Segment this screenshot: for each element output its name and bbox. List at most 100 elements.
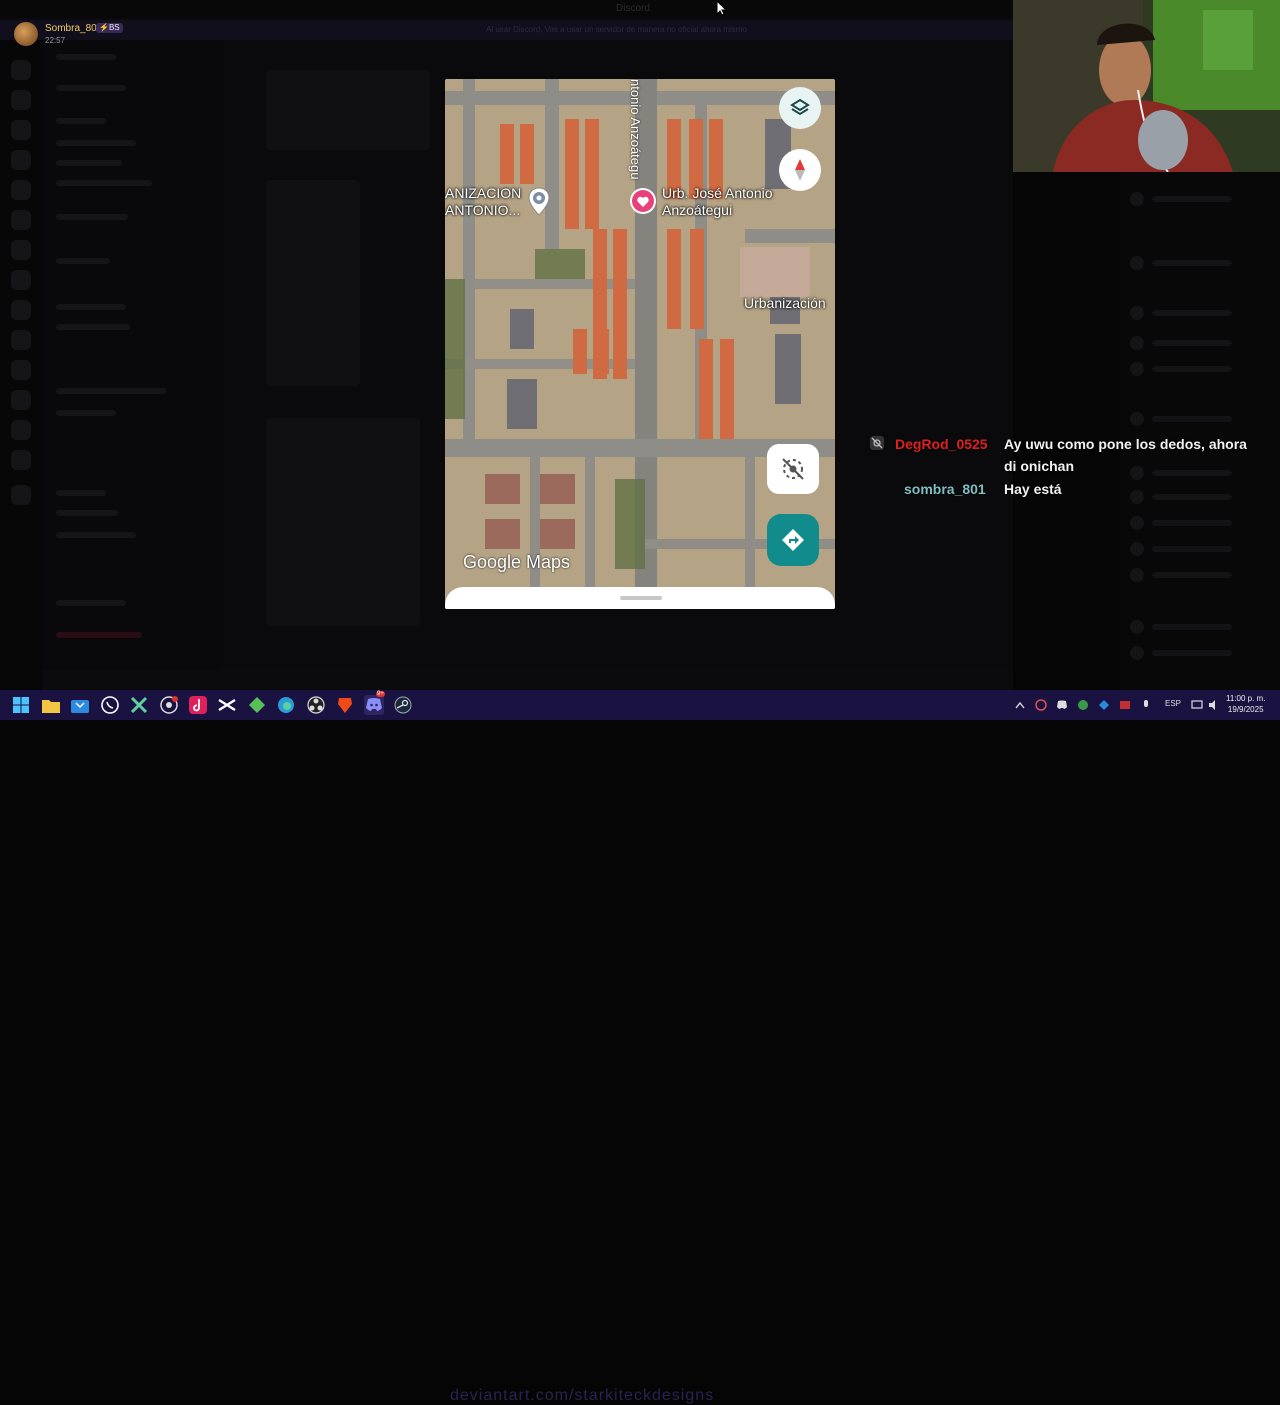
chat-username: DegRod_0525: [895, 436, 988, 452]
bottom-sheet[interactable]: [445, 587, 835, 609]
gem-icon: [249, 697, 265, 713]
gem-app-button[interactable]: [247, 695, 267, 715]
server-icon[interactable]: [11, 300, 31, 320]
tray-expand-button[interactable]: [1013, 698, 1027, 712]
member-item[interactable]: [1130, 646, 1260, 660]
tiktok-icon: [189, 696, 207, 714]
channel-item[interactable]: [56, 510, 118, 516]
channel-item[interactable]: [56, 85, 126, 91]
channel-item[interactable]: [56, 600, 126, 606]
tray-app-3[interactable]: [1097, 698, 1111, 712]
server-icon[interactable]: [11, 150, 31, 170]
server-icon[interactable]: [11, 420, 31, 440]
bottom-sheet-handle[interactable]: [620, 596, 662, 600]
channel-item[interactable]: [56, 632, 142, 638]
discord-icon: [366, 698, 382, 711]
tray-network[interactable]: [1190, 698, 1204, 712]
channel-item[interactable]: [56, 214, 128, 220]
member-item[interactable]: [1130, 306, 1260, 320]
brave-button[interactable]: [335, 695, 355, 715]
member-item[interactable]: [1130, 542, 1260, 556]
obs-button[interactable]: [306, 695, 326, 715]
server-icon[interactable]: [11, 90, 31, 110]
tray-app-4[interactable]: [1118, 698, 1132, 712]
image-attachment[interactable]: [266, 180, 360, 386]
channel-item[interactable]: [56, 324, 130, 330]
compass-button[interactable]: [779, 149, 821, 191]
discord-notification-badge: 9+: [376, 691, 385, 697]
steam-button[interactable]: [393, 695, 413, 715]
server-icon[interactable]: [11, 485, 31, 505]
server-icon[interactable]: [11, 180, 31, 200]
tray-app-2[interactable]: [1076, 698, 1090, 712]
channel-item[interactable]: [56, 304, 126, 310]
tray-volume[interactable]: [1207, 698, 1221, 712]
server-icon[interactable]: [11, 450, 31, 470]
image-attachment[interactable]: [266, 70, 430, 150]
member-item[interactable]: [1130, 362, 1260, 376]
channel-item[interactable]: [56, 258, 110, 264]
member-item[interactable]: [1130, 256, 1260, 270]
location-off-icon: [782, 458, 804, 480]
member-item[interactable]: [1130, 490, 1260, 504]
directions-button[interactable]: [767, 514, 819, 566]
tiktok-button[interactable]: [188, 695, 208, 715]
discord-button[interactable]: 9+: [364, 691, 385, 715]
channel-item[interactable]: [56, 118, 106, 124]
server-icon[interactable]: [11, 240, 31, 260]
server-icon[interactable]: [11, 210, 31, 230]
channel-item[interactable]: [56, 410, 116, 416]
map-view[interactable]: ntonio Anzoátegu ANIZACION ANTONIO... Ur…: [445, 79, 835, 609]
member-item[interactable]: [1130, 568, 1260, 582]
xbox-button[interactable]: [129, 695, 149, 715]
tray-discord[interactable]: [1055, 698, 1069, 712]
directions-icon: [782, 529, 804, 551]
server-icon[interactable]: [11, 390, 31, 410]
member-item[interactable]: [1130, 192, 1260, 206]
channel-item[interactable]: [56, 388, 166, 394]
server-icon[interactable]: [11, 360, 31, 380]
member-item[interactable]: [1130, 412, 1260, 426]
chat-hidden-icon: [870, 436, 884, 450]
xbox-icon: [130, 696, 148, 714]
tray-app-icon: [1035, 699, 1047, 711]
webcam-image: [1013, 0, 1280, 172]
channel-item[interactable]: [56, 160, 122, 166]
input-language[interactable]: ESP: [1165, 699, 1181, 708]
member-item[interactable]: [1130, 336, 1260, 350]
edge-button[interactable]: [276, 695, 296, 715]
image-attachment[interactable]: [266, 418, 420, 626]
taskbar: deviantart.com/starkiteckdesigns 9+ ESP …: [0, 690, 1280, 1404]
channel-item[interactable]: [56, 180, 152, 186]
place-pin-icon[interactable]: [527, 187, 551, 217]
layers-button[interactable]: [779, 87, 821, 129]
file-explorer-icon: [42, 700, 60, 713]
street-label-vertical: ntonio Anzoátegu: [628, 79, 643, 180]
map-label-left-text: ANIZACION ANTONIO...: [445, 185, 522, 218]
file-explorer-button[interactable]: [41, 695, 61, 715]
heart-pin-icon[interactable]: [629, 187, 657, 217]
server-icon[interactable]: [11, 60, 31, 80]
channel-item[interactable]: [56, 54, 116, 60]
channel-item[interactable]: [56, 140, 136, 146]
member-item[interactable]: [1130, 620, 1260, 634]
server-icon[interactable]: [11, 120, 31, 140]
windows-start-button[interactable]: [11, 695, 31, 715]
chrome-button[interactable]: [159, 695, 179, 715]
server-icon[interactable]: [11, 330, 31, 350]
server-icon[interactable]: [11, 270, 31, 290]
whatsapp-button[interactable]: [100, 695, 120, 715]
taskbar-clock[interactable]: 11:00 p. m. 19/9/2025: [1226, 693, 1265, 715]
tray-app-1[interactable]: [1034, 698, 1048, 712]
capcut-button[interactable]: [217, 695, 237, 715]
background-notice-bar: Al usar Discord, Vas a usar un servidor …: [0, 20, 1013, 40]
channel-item[interactable]: [56, 532, 136, 538]
deviantart-watermark: deviantart.com/starkiteckdesigns: [450, 1387, 715, 1404]
recenter-button[interactable]: [767, 444, 819, 494]
member-item[interactable]: [1130, 516, 1260, 530]
microphone-icon: [1144, 700, 1148, 707]
tray-microphone[interactable]: [1139, 698, 1153, 712]
discord-tray-icon: [1057, 700, 1067, 709]
channel-item[interactable]: [56, 490, 106, 496]
store-button[interactable]: [70, 695, 90, 715]
